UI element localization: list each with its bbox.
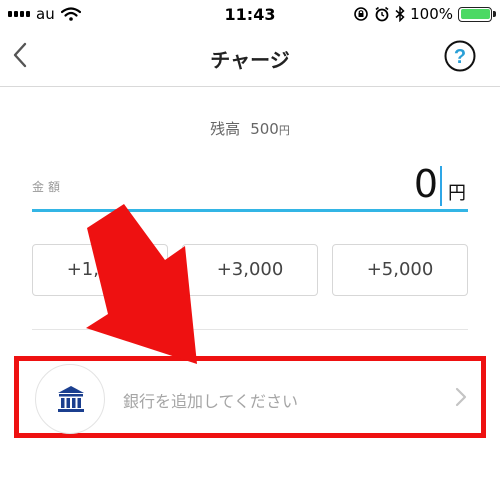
amount-label: 金額 <box>32 180 65 194</box>
amount-value[interactable]: 0 <box>414 162 438 206</box>
amount-field[interactable]: 金額 0 円 <box>32 160 468 212</box>
battery-icon <box>458 6 496 22</box>
status-right: 100% <box>353 5 496 23</box>
bank-icon <box>58 386 84 412</box>
add-3000-button[interactable]: +3,000 <box>182 244 318 296</box>
balance-unit: 円 <box>278 124 290 137</box>
add-5000-button[interactable]: +5,000 <box>332 244 468 296</box>
rotation-lock-icon <box>354 7 368 21</box>
balance-amount: 500 <box>250 120 279 138</box>
chevron-right-icon <box>455 387 467 407</box>
balance-label: 残高 <box>210 120 241 138</box>
text-cursor <box>440 166 442 206</box>
charge-screen: au 11:43 100% チャージ ? 残高 500円 金額 0 円 +1,0… <box>0 0 500 488</box>
add-bank-row[interactable]: 銀行を追加してください <box>14 356 486 438</box>
balance-display: 残高 500円 <box>0 118 500 139</box>
question-circle-icon[interactable]: ? <box>444 40 476 72</box>
quick-amount-buttons: +1,000 +3,000 +5,000 <box>32 244 468 298</box>
divider <box>32 329 468 330</box>
battery-fill <box>460 9 490 19</box>
battery-percent: 100% <box>410 5 453 23</box>
status-bar: au 11:43 100% <box>0 0 500 30</box>
help-glyph: ? <box>454 46 466 68</box>
add-1000-button[interactable]: +1,000 <box>32 244 168 296</box>
amount-unit: 円 <box>448 183 466 204</box>
bank-icon-circle <box>35 364 105 434</box>
navigation-bar: チャージ ? <box>0 30 500 87</box>
page-title: チャージ <box>210 48 290 72</box>
add-bank-label: 銀行を追加してください <box>123 392 299 411</box>
bluetooth-icon <box>395 6 405 22</box>
amount-underline <box>32 209 468 212</box>
alarm-icon <box>375 6 389 22</box>
